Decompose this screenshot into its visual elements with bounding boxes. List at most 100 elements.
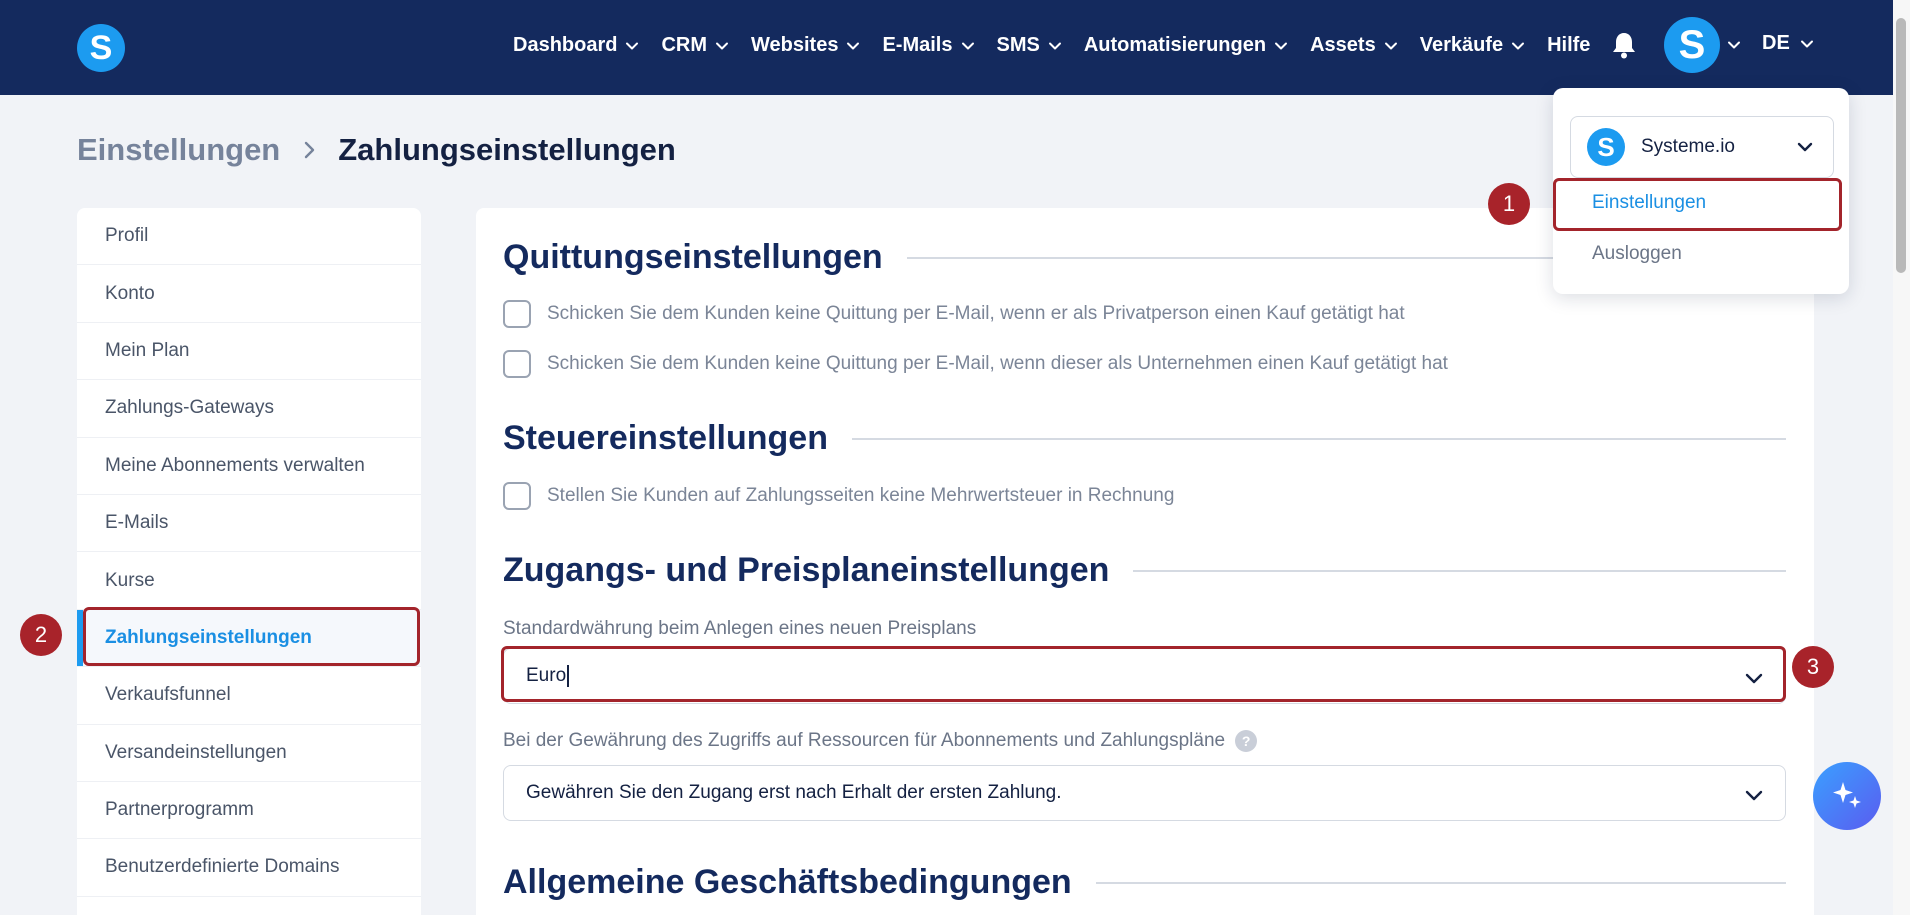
step-badge-3: 3: [1792, 646, 1834, 688]
vat-checkbox[interactable]: [503, 482, 531, 510]
nav-assets[interactable]: Assets: [1310, 34, 1398, 57]
access-heading: Zugangs- und Preisplaneinstellungen: [503, 551, 1110, 589]
sidebar-item-label: Kurse: [105, 569, 155, 591]
sidebar-item-sales-funnels[interactable]: Verkaufsfunnel: [77, 667, 421, 725]
nav-assets-label: Assets: [1310, 34, 1376, 56]
language-switcher[interactable]: DE: [1762, 32, 1814, 55]
sidebar-item-payment-gateways[interactable]: Zahlungs-Gateways: [77, 380, 421, 438]
nav-sms[interactable]: SMS: [997, 34, 1062, 57]
chevron-right-icon: [305, 141, 315, 159]
sidebar-item-profile[interactable]: Profil: [77, 208, 421, 266]
ai-assistant-button[interactable]: [1813, 762, 1881, 830]
nav-websites[interactable]: Websites: [751, 34, 860, 57]
logo-letter: S: [89, 28, 113, 67]
tax-heading: Steuereinstellungen: [503, 419, 828, 457]
sidebar-item-label: Versandeinstellungen: [105, 741, 287, 763]
menu-item-settings[interactable]: Einstellungen: [1592, 192, 1706, 214]
scrollbar-thumb[interactable]: [1896, 18, 1906, 273]
terms-section-title: Allgemeine Geschäftsbedingungen: [503, 863, 1786, 902]
chevron-down-icon: [1745, 673, 1763, 684]
vat-option: Stellen Sie Kunden auf Zahlungsseiten ke…: [503, 482, 1174, 510]
receipt-private-checkbox[interactable]: [503, 300, 531, 328]
text-cursor: [567, 665, 570, 687]
nav-sales[interactable]: Verkäufe: [1420, 34, 1525, 57]
step-badge-2: 2: [20, 614, 62, 656]
chevron-down-icon: [1797, 142, 1813, 152]
sidebar-item-custom-domains[interactable]: Benutzerdefinierte Domains: [77, 839, 421, 897]
help-icon[interactable]: ?: [1235, 730, 1258, 752]
sidebar-item-label: Verkaufsfunnel: [105, 684, 231, 706]
payment-settings-panel: Quittungseinstellungen Schicken Sie dem …: [476, 208, 1814, 915]
currency-select[interactable]: Euro: [503, 648, 1786, 704]
terms-heading: Allgemeine Geschäftsbedingungen: [503, 863, 1072, 901]
receipts-heading: Quittungseinstellungen: [503, 238, 883, 276]
breadcrumb: Einstellungen Zahlungseinstellungen: [77, 132, 676, 168]
chevron-down-icon: [847, 42, 860, 49]
currency-field-label: Standardwährung beim Anlegen eines neuen…: [503, 618, 976, 640]
bell-icon[interactable]: [1611, 31, 1637, 59]
nav-sms-label: SMS: [996, 34, 1040, 56]
account-logo-letter: S: [1597, 131, 1615, 162]
chevron-down-icon: [1800, 40, 1813, 47]
sidebar-item-affiliate-program[interactable]: Partnerprogramm: [77, 782, 421, 840]
chevron-down-icon: [1048, 42, 1061, 49]
sidebar-item-label: Meine Abonnements verwalten: [105, 454, 365, 476]
sidebar-item-emails[interactable]: E-Mails: [77, 495, 421, 553]
language-label: DE: [1762, 32, 1790, 54]
chevron-down-icon[interactable]: [1727, 38, 1741, 52]
chevron-down-icon: [961, 42, 974, 49]
chevron-down-icon: [1512, 42, 1525, 49]
menu-item-logout[interactable]: Ausloggen: [1592, 243, 1682, 265]
nav-emails-label: E-Mails: [882, 34, 953, 56]
section-divider: [1095, 881, 1786, 884]
sidebar-item-payment-settings[interactable]: Zahlungseinstellungen: [77, 609, 421, 668]
settings-sidebar: Profil Konto Mein Plan Zahlungs-Gateways…: [77, 208, 421, 915]
chevron-down-icon: [1745, 790, 1763, 801]
nav-websites-label: Websites: [751, 34, 839, 56]
systeme-logo[interactable]: S: [77, 24, 125, 72]
currency-label-text: Standardwährung beim Anlegen eines neuen…: [503, 618, 977, 639]
receipt-business-checkbox[interactable]: [503, 350, 531, 378]
vat-label: Stellen Sie Kunden auf Zahlungsseiten ke…: [547, 485, 1175, 506]
tax-section-title: Steuereinstellungen: [503, 419, 1786, 458]
section-divider: [851, 437, 1786, 440]
nav-sales-label: Verkäufe: [1419, 34, 1504, 56]
main-nav: Dashboard CRM Websites E-Mails SMS Autom…: [513, 0, 1612, 91]
breadcrumb-parent-link[interactable]: Einstellungen: [77, 132, 280, 168]
currency-value: Euro: [526, 665, 567, 686]
nav-automations[interactable]: Automatisierungen: [1084, 34, 1288, 57]
user-avatar[interactable]: S: [1664, 17, 1720, 73]
sidebar-item-account[interactable]: Konto: [77, 265, 421, 323]
sidebar-item-label: Konto: [105, 282, 155, 304]
nav-dashboard[interactable]: Dashboard: [513, 34, 639, 57]
sidebar-item-label: Benutzerdefinierte Domains: [105, 856, 340, 878]
sidebar-item-label: Zahlungseinstellungen: [105, 626, 312, 648]
sidebar-item-my-plan[interactable]: Mein Plan: [77, 323, 421, 381]
nav-crm-label: CRM: [661, 34, 708, 56]
sidebar-item-shipping[interactable]: Versandeinstellungen: [77, 725, 421, 782]
nav-emails[interactable]: E-Mails: [882, 34, 974, 57]
nav-crm[interactable]: CRM: [661, 34, 729, 57]
account-logo: S: [1587, 128, 1625, 166]
sidebar-item-courses[interactable]: Kurse: [77, 552, 421, 610]
nav-help[interactable]: Hilfe: [1547, 34, 1590, 57]
sidebar-item-subscriptions[interactable]: Meine Abonnements verwalten: [77, 438, 421, 495]
account-switcher[interactable]: S Systeme.io: [1570, 116, 1834, 178]
receipt-private-label: Schicken Sie dem Kunden keine Quittung p…: [547, 303, 1405, 324]
sidebar-item-label: Mein Plan: [105, 339, 190, 361]
grant-access-field-label: Bei der Gewährung des Zugriffs auf Resso…: [503, 730, 1258, 752]
sparkle-icon: [1833, 782, 1861, 808]
page-title: Zahlungseinstellungen: [338, 132, 676, 167]
chevron-down-icon: [716, 42, 729, 49]
receipt-private-option: Schicken Sie dem Kunden keine Quittung p…: [503, 300, 1405, 328]
sidebar-item-label: E-Mails: [105, 512, 169, 534]
sidebar-item-label: Zahlungs-Gateways: [105, 397, 274, 419]
section-divider: [1133, 569, 1786, 572]
step-badge-1: 1: [1488, 183, 1530, 225]
grant-access-label-text: Bei der Gewährung des Zugriffs auf Resso…: [503, 730, 1226, 751]
receipt-business-label: Schicken Sie dem Kunden keine Quittung p…: [547, 353, 1448, 374]
account-name: Systeme.io: [1641, 136, 1735, 157]
grant-access-select[interactable]: Gewähren Sie den Zugang erst nach Erhalt…: [503, 765, 1786, 821]
sidebar-item-label: Profil: [105, 225, 149, 247]
chevron-down-icon: [626, 42, 639, 49]
